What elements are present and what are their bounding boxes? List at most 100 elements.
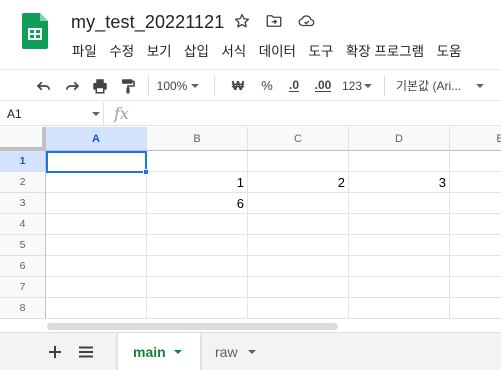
cell-e8[interactable] bbox=[450, 298, 501, 319]
menu-insert[interactable]: 삽입 bbox=[184, 40, 209, 60]
star-icon[interactable] bbox=[232, 11, 252, 31]
fx-icon: fx bbox=[114, 104, 129, 123]
cell-a8[interactable] bbox=[46, 298, 147, 319]
cell-d7[interactable] bbox=[349, 277, 450, 298]
cell-c1[interactable] bbox=[248, 151, 349, 172]
percent-format-button[interactable]: % bbox=[256, 70, 278, 101]
cell-c7[interactable] bbox=[248, 277, 349, 298]
cell-c5[interactable] bbox=[248, 235, 349, 256]
decrease-decimal-button[interactable]: .0 bbox=[283, 70, 305, 101]
row-header-2[interactable]: 2 bbox=[0, 172, 46, 193]
cell-a3[interactable] bbox=[46, 193, 147, 214]
menu-edit[interactable]: 수정 bbox=[109, 40, 134, 60]
cell-c4[interactable] bbox=[248, 214, 349, 235]
cell-e5[interactable] bbox=[450, 235, 501, 256]
title-icons bbox=[232, 11, 316, 31]
cell-d5[interactable] bbox=[349, 235, 450, 256]
column-header-c[interactable]: C bbox=[248, 127, 349, 151]
row-header-8[interactable]: 8 bbox=[0, 298, 46, 319]
menu-format[interactable]: 서식 bbox=[221, 40, 246, 60]
name-box[interactable]: A1 bbox=[0, 102, 104, 126]
cell-a5[interactable] bbox=[46, 235, 147, 256]
redo-icon[interactable] bbox=[60, 70, 84, 101]
menu-tools[interactable]: 도구 bbox=[308, 40, 333, 60]
undo-icon[interactable] bbox=[32, 70, 56, 101]
name-box-value: A1 bbox=[7, 107, 22, 121]
sheet-tab-bar: main raw bbox=[0, 332, 501, 370]
document-title[interactable]: my_test_20221121 bbox=[71, 12, 224, 33]
font-family-select[interactable]: 기본값 (Ari... bbox=[392, 70, 488, 101]
cell-b2[interactable]: 1 bbox=[147, 172, 248, 193]
column-header-a[interactable]: A bbox=[46, 127, 147, 151]
formula-input[interactable] bbox=[142, 102, 501, 126]
increase-decimal-label: .00 bbox=[314, 77, 332, 92]
cell-a6[interactable] bbox=[46, 256, 147, 277]
toolbar-separator bbox=[384, 76, 385, 96]
cell-a4[interactable] bbox=[46, 214, 147, 235]
cell-e3[interactable] bbox=[450, 193, 501, 214]
all-sheets-icon[interactable] bbox=[75, 342, 97, 362]
sheets-logo-icon[interactable] bbox=[22, 13, 48, 49]
column-header-d[interactable]: D bbox=[349, 127, 450, 151]
cell-e1[interactable] bbox=[450, 151, 501, 172]
cell-e2[interactable] bbox=[450, 172, 501, 193]
menu-view[interactable]: 보기 bbox=[147, 40, 172, 60]
cell-a7[interactable] bbox=[46, 277, 147, 298]
currency-format-button[interactable]: ₩ bbox=[226, 70, 250, 101]
column-header-e[interactable]: E bbox=[450, 127, 501, 151]
menu-file[interactable]: 파일 bbox=[72, 40, 97, 60]
menu-extensions[interactable]: 확장 프로그램 bbox=[346, 40, 424, 60]
cell-b7[interactable] bbox=[147, 277, 248, 298]
cell-d3[interactable] bbox=[349, 193, 450, 214]
print-icon[interactable] bbox=[88, 70, 112, 101]
select-all-corner[interactable] bbox=[0, 127, 46, 151]
chevron-down-icon bbox=[476, 83, 484, 88]
cell-d2[interactable]: 3 bbox=[349, 172, 450, 193]
row-header-6[interactable]: 6 bbox=[0, 256, 46, 277]
increase-decimal-button[interactable]: .00 bbox=[310, 70, 336, 101]
app-header: my_test_20221121 파일 수정 보기 삽입 서식 데이터 도구 확… bbox=[0, 0, 501, 66]
sheet-tab-raw[interactable]: raw bbox=[200, 333, 274, 370]
sheet-tab-label: main bbox=[133, 343, 166, 360]
sheet-tab-main[interactable]: main bbox=[118, 333, 200, 370]
cell-d8[interactable] bbox=[349, 298, 450, 319]
cell-e7[interactable] bbox=[450, 277, 501, 298]
row-header-5[interactable]: 5 bbox=[0, 235, 46, 256]
more-formats-label: 123 bbox=[341, 78, 363, 93]
cell-d4[interactable] bbox=[349, 214, 450, 235]
row-header-1[interactable]: 1 bbox=[0, 151, 46, 172]
cell-b3[interactable]: 6 bbox=[147, 193, 248, 214]
cell-b4[interactable] bbox=[147, 214, 248, 235]
fill-handle[interactable] bbox=[143, 169, 149, 175]
scrollbar-thumb[interactable] bbox=[47, 323, 338, 330]
cell-e6[interactable] bbox=[450, 256, 501, 277]
active-cell-outline bbox=[46, 151, 147, 173]
cell-c6[interactable] bbox=[248, 256, 349, 277]
plus-icon[interactable] bbox=[44, 342, 66, 362]
cell-b1[interactable] bbox=[147, 151, 248, 172]
row-header-3[interactable]: 3 bbox=[0, 193, 46, 214]
more-formats-button[interactable]: 123 bbox=[340, 70, 374, 101]
cell-e4[interactable] bbox=[450, 214, 501, 235]
cell-c2[interactable]: 2 bbox=[248, 172, 349, 193]
cell-b6[interactable] bbox=[147, 256, 248, 277]
column-header-b[interactable]: B bbox=[147, 127, 248, 151]
cell-c3[interactable] bbox=[248, 193, 349, 214]
cloud-status-icon[interactable] bbox=[296, 11, 316, 31]
move-to-folder-icon[interactable] bbox=[264, 11, 284, 31]
chevron-down-icon[interactable] bbox=[173, 349, 182, 354]
cell-b5[interactable] bbox=[147, 235, 248, 256]
cell-d1[interactable] bbox=[349, 151, 450, 172]
cell-c8[interactable] bbox=[248, 298, 349, 319]
horizontal-scrollbar[interactable] bbox=[0, 321, 501, 332]
chevron-down-icon[interactable] bbox=[247, 349, 256, 354]
paint-format-icon[interactable] bbox=[116, 70, 140, 101]
cell-d6[interactable] bbox=[349, 256, 450, 277]
menu-help[interactable]: 도움 bbox=[437, 40, 462, 60]
menu-data[interactable]: 데이터 bbox=[259, 40, 296, 60]
row-header-7[interactable]: 7 bbox=[0, 277, 46, 298]
cell-b8[interactable] bbox=[147, 298, 248, 319]
row-header-4[interactable]: 4 bbox=[0, 214, 46, 235]
cell-a2[interactable] bbox=[46, 172, 147, 193]
zoom-select[interactable]: 100% bbox=[152, 70, 204, 101]
